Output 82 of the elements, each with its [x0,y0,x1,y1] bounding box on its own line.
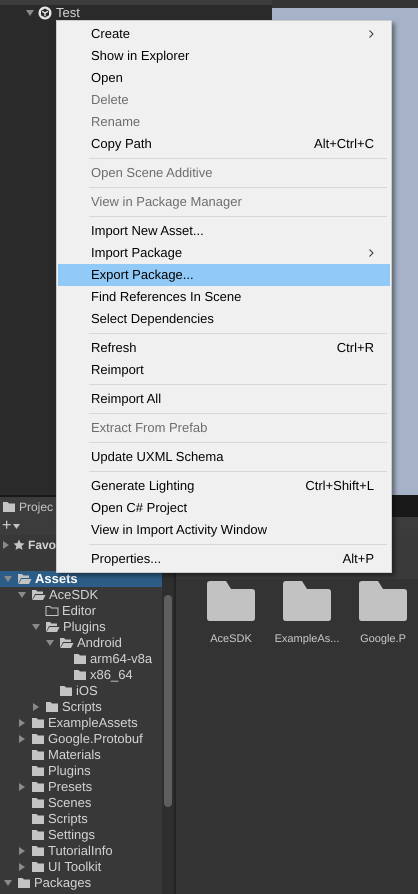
menu-item[interactable]: Import New Asset... [58,220,390,242]
expanded-arrow-icon[interactable] [26,8,34,16]
tree-item[interactable]: Settings [0,827,162,843]
tree-item[interactable]: Presets [0,779,162,795]
menu-item[interactable]: Import Package [58,242,390,264]
tree-item[interactable]: Plugins [0,619,162,635]
menu-item[interactable]: Reimport All [58,388,390,410]
collapsed-arrow-icon[interactable] [2,541,10,549]
folder-icon[interactable] [283,581,331,621]
folder-icon [31,765,45,777]
folder-icon[interactable] [207,581,255,621]
folder-icon [31,813,45,825]
tree-item[interactable]: Scripts [0,811,162,827]
collapsed-arrow-icon[interactable] [18,783,26,791]
folder-icon [73,653,87,665]
tree-item[interactable]: Google.Protobuf [0,731,162,747]
folder-label: AceSDK [210,632,252,647]
expanded-arrow-icon[interactable] [4,575,12,583]
folder-icon [31,861,45,873]
folder-icon [31,717,45,729]
tree-item[interactable]: Materials [0,747,162,763]
tree-item[interactable]: x86_64 [0,667,162,683]
tree-item[interactable]: Scenes [0,795,162,811]
collapsed-arrow-icon[interactable] [18,863,26,871]
open-folder-icon [17,573,32,585]
menu-item[interactable]: Select Dependencies [58,308,390,330]
menu-item[interactable]: Refresh Ctrl+R [58,337,390,359]
tree-item[interactable]: UI Toolkit [0,859,162,875]
collapsed-arrow-icon[interactable] [18,847,26,855]
folder-icon [31,749,45,761]
tab[interactable]: Projec [0,497,56,517]
folder-icon [31,829,45,841]
tree-item[interactable]: TutorialInfo [0,843,162,859]
tree-item[interactable]: Editor [0,603,162,619]
menu-item[interactable]: Show in Explorer [58,45,390,67]
menu-item[interactable]: Generate Lighting Ctrl+Shift+L [58,475,390,497]
tree-item[interactable]: arm64-v8a [0,651,162,667]
menu-item[interactable]: Create [58,23,390,45]
folder-label: ExampleAs... [274,632,340,647]
tree-item[interactable]: AceSDK [0,587,162,603]
folder-icon [31,797,45,809]
tree-item[interactable]: Packages [0,875,162,891]
expanded-arrow-icon[interactable] [46,639,54,647]
tree-item[interactable]: Scripts [0,699,162,715]
open-folder-icon [45,621,60,633]
folder-label: Google.P [360,632,406,647]
folder-icon [17,877,31,889]
tree-item[interactable]: iOS [0,683,162,699]
empty-folder-icon [45,605,59,617]
menu-item[interactable]: Copy Path Alt+Ctrl+C [58,133,390,155]
open-folder-icon [59,637,74,649]
collapsed-arrow-icon[interactable] [18,719,26,727]
tree-item[interactable]: Test [0,5,272,20]
tree-item[interactable]: Assets [0,571,162,587]
scrollbar-thumb[interactable] [164,595,172,807]
star-icon [13,539,25,551]
tree-item[interactable]: Plugins [0,763,162,779]
expanded-arrow-icon[interactable] [18,591,26,599]
menu-item[interactable]: Update UXML Schema [58,446,390,468]
tree-item[interactable]: Android [0,635,162,651]
folder-icon [31,733,45,745]
menu-item[interactable]: Open C# Project [58,497,390,519]
collapsed-arrow-icon[interactable] [32,703,40,711]
menu-item[interactable]: Reimport [58,359,390,381]
folder-icon [31,781,45,793]
tree-item[interactable]: ExampleAssets [0,715,162,731]
menu-item[interactable]: Find References In Scene [58,286,390,308]
open-folder-icon [31,589,46,601]
expanded-arrow-icon[interactable] [32,623,40,631]
unity-cube-icon [38,6,52,20]
menu-item[interactable]: Export Package... [58,264,390,286]
folder-icon [45,701,59,713]
add-button[interactable]: + [2,518,20,534]
caret-icon [13,524,20,528]
expanded-arrow-icon[interactable] [4,879,12,887]
folder-icon [31,845,45,857]
collapsed-arrow-icon[interactable] [18,735,26,743]
folder-icon [59,685,73,697]
folder-icon [2,501,16,513]
folder-icon [73,669,87,681]
menu-item[interactable]: Open [58,67,390,89]
folder-icon[interactable] [359,581,407,621]
